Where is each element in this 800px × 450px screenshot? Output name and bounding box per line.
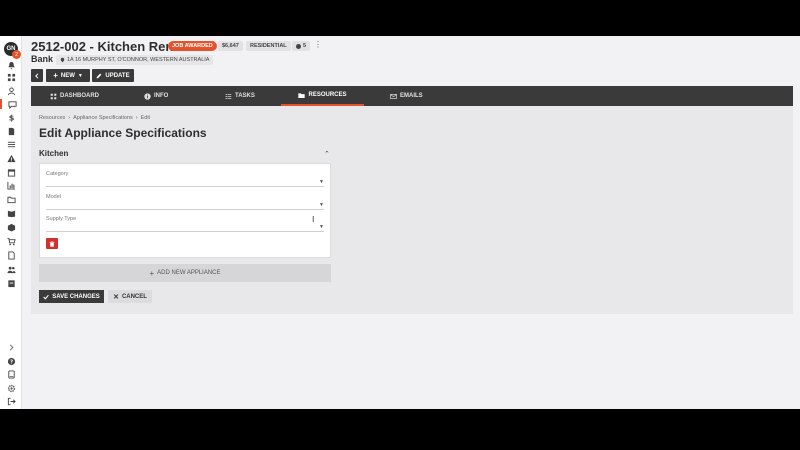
- plus-icon: +: [149, 268, 155, 278]
- menu-lines-icon[interactable]: [5, 139, 17, 149]
- update-button[interactable]: UPDATE: [92, 69, 134, 82]
- folder-icon[interactable]: [5, 194, 17, 204]
- cancel-button[interactable]: ✕ CANCEL: [108, 290, 152, 303]
- caret-down-icon: ▼: [319, 224, 324, 230]
- logout-icon[interactable]: [5, 396, 17, 406]
- section-title: Kitchen: [39, 149, 69, 158]
- users-icon[interactable]: [5, 264, 17, 274]
- mail-icon: [390, 93, 397, 99]
- pencil-icon: [96, 73, 102, 78]
- close-icon: ✕: [113, 293, 119, 301]
- breadcrumb-resources[interactable]: Resources: [39, 115, 65, 121]
- collapse-chevron-icon[interactable]: ⌃: [324, 150, 330, 158]
- client-name: Bank: [31, 54, 54, 64]
- chevron-left-icon: [35, 73, 39, 78]
- new-button[interactable]: + NEW ▼: [46, 69, 90, 82]
- add-new-appliance-button[interactable]: + ADD NEW APPLIANCE: [39, 264, 331, 282]
- tab-label: RESOURCES: [308, 92, 347, 98]
- tab-info[interactable]: INFO: [144, 86, 168, 106]
- update-label: UPDATE: [105, 72, 130, 79]
- count-value: 5: [303, 43, 307, 49]
- bell-icon[interactable]: [5, 60, 17, 70]
- supply-type-label: Supply Type: [46, 216, 77, 222]
- help-icon[interactable]: ?: [5, 356, 17, 366]
- notification-count-badge: 2: [12, 50, 21, 59]
- box-icon[interactable]: [5, 222, 17, 232]
- check-icon: [43, 294, 50, 300]
- breadcrumb-edit: Edit: [140, 115, 151, 121]
- app-window: GN 2 $ ? 2512-002 - Kitchen Reno JOB AWA…: [0, 36, 800, 409]
- back-button[interactable]: [31, 69, 43, 82]
- caret-down-icon: ▼: [77, 72, 83, 79]
- apps-grid-icon[interactable]: [5, 72, 17, 82]
- appliance-card: Category ▼ Model ▼ Supply Type ▼: [39, 163, 331, 258]
- list-icon: [225, 93, 232, 99]
- info-circle-icon: [296, 43, 301, 49]
- status-badge[interactable]: JOB AWARDED: [168, 41, 217, 51]
- warning-icon[interactable]: [5, 153, 17, 163]
- breadcrumb: Resources › Appliance Specifications › E…: [39, 115, 150, 121]
- dollar-icon[interactable]: $: [5, 112, 17, 122]
- tab-emails[interactable]: EMAILS: [390, 86, 423, 106]
- category-select[interactable]: Category ▼: [46, 171, 324, 187]
- add-label: ADD NEW APPLIANCE: [157, 270, 221, 276]
- type-badge: RESIDENTIAL: [246, 41, 291, 51]
- save-label: SAVE CHANGES: [52, 293, 100, 300]
- svg-text:?: ?: [9, 359, 12, 365]
- user-icon[interactable]: [5, 86, 17, 96]
- book-icon[interactable]: [5, 208, 17, 218]
- new-label: NEW: [60, 72, 75, 79]
- tab-bar: DASHBOARD INFO TASKS RESOURCES EMAILS: [31, 86, 793, 106]
- content-panel: Resources › Appliance Specifications › E…: [31, 106, 793, 314]
- expand-chevron-icon[interactable]: [5, 342, 17, 352]
- chat-icon[interactable]: [0, 99, 22, 109]
- calendar-icon[interactable]: [5, 167, 17, 177]
- model-label: Model: [46, 194, 61, 200]
- document-icon[interactable]: [5, 126, 17, 136]
- sidebar-rail: GN 2 $ ?: [0, 36, 22, 409]
- job-title: 2512-002 - Kitchen Reno: [31, 39, 182, 54]
- archive-icon[interactable]: [5, 278, 17, 288]
- map-pin-icon: [60, 57, 65, 63]
- caret-down-icon: ▼: [319, 202, 324, 208]
- category-label: Category: [46, 171, 69, 177]
- tab-label: EMAILS: [400, 93, 423, 99]
- more-vertical-icon[interactable]: ⋮: [314, 40, 322, 49]
- breadcrumb-appliance-specifications[interactable]: Appliance Specifications: [73, 115, 133, 121]
- save-changes-button[interactable]: SAVE CHANGES: [39, 290, 104, 303]
- info-icon: [144, 92, 151, 100]
- chart-icon[interactable]: [5, 180, 17, 190]
- address-badge[interactable]: 1A 16 MURPHY ST, O'CONNOR, WESTERN AUSTR…: [56, 55, 214, 65]
- folder-icon: [298, 92, 306, 98]
- trash-icon: [49, 240, 55, 247]
- text-cursor-icon: I: [312, 215, 315, 224]
- tab-label: INFO: [154, 93, 169, 99]
- supply-type-select[interactable]: Supply Type ▼: [46, 216, 324, 232]
- tab-label: DASHBOARD: [60, 93, 99, 99]
- file-icon[interactable]: [5, 250, 17, 260]
- tab-label: TASKS: [235, 93, 255, 99]
- caret-down-icon: ▼: [319, 179, 324, 185]
- settings-gear-icon[interactable]: [5, 383, 17, 393]
- tablet-icon[interactable]: [5, 369, 17, 379]
- delete-appliance-button[interactable]: [46, 238, 58, 249]
- tab-resources[interactable]: RESOURCES: [281, 86, 364, 106]
- tab-dashboard[interactable]: DASHBOARD: [50, 86, 99, 106]
- svg-text:$: $: [8, 113, 14, 122]
- plus-icon: +: [53, 71, 58, 80]
- address-text: 1A 16 MURPHY ST, O'CONNOR, WESTERN AUSTR…: [67, 57, 210, 63]
- model-select[interactable]: Model ▼: [46, 194, 324, 210]
- cancel-label: CANCEL: [121, 293, 147, 300]
- breadcrumb-separator: ›: [68, 115, 71, 121]
- cart-icon[interactable]: [5, 236, 17, 246]
- tab-tasks[interactable]: TASKS: [225, 86, 255, 106]
- count-badge[interactable]: 5: [292, 41, 311, 51]
- breadcrumb-separator: ›: [135, 115, 138, 121]
- page-title: Edit Appliance Specifications: [39, 126, 207, 140]
- grid-icon: [50, 93, 57, 99]
- amount-badge: $6,647: [218, 41, 243, 51]
